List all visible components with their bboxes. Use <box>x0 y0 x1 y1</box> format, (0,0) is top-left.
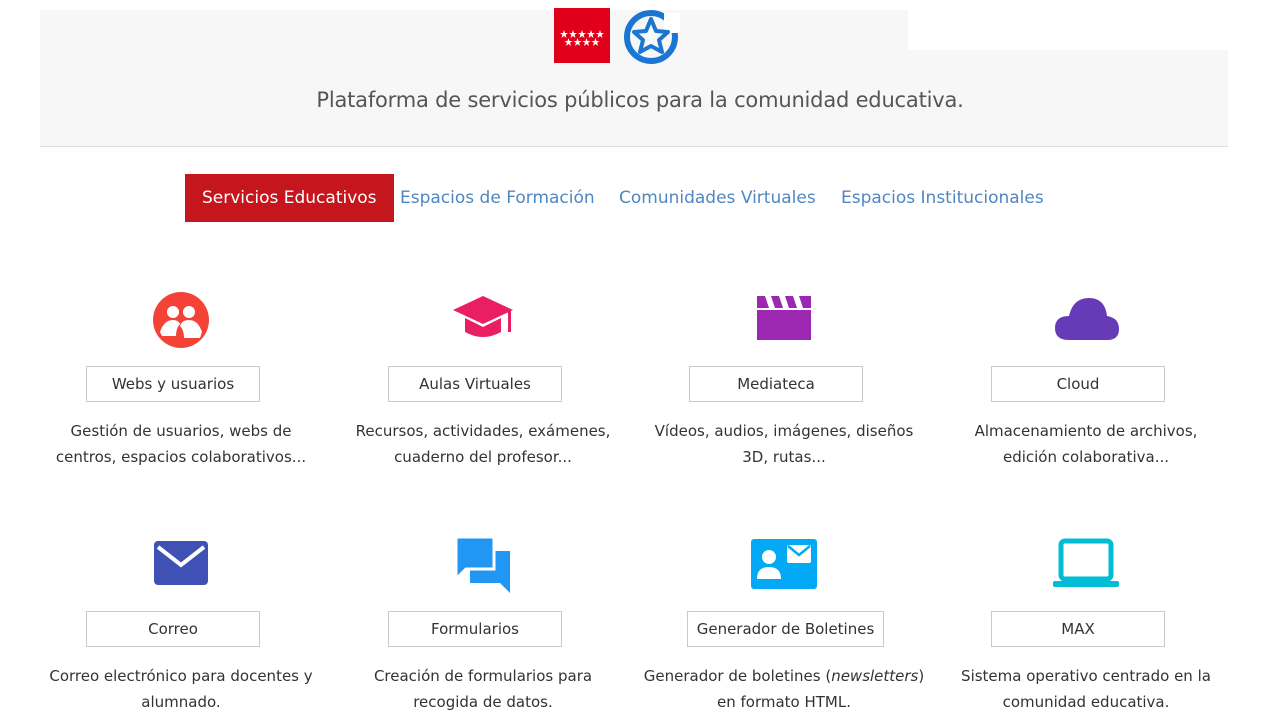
description-line: centros, espacios colaborativos... <box>55 448 307 466</box>
tab-bar: Servicios Educativos Espacios de Formaci… <box>0 174 1280 222</box>
description-line: comunidad educativa. <box>1002 693 1170 711</box>
description-line: Sistema operativo centrado en la <box>961 667 1211 685</box>
aulas-virtuales-button[interactable]: Aulas Virtuales <box>388 366 562 402</box>
description-line: Correo electrónico para docentes y <box>49 667 313 685</box>
description-emphasis: newsletters <box>831 667 919 685</box>
aulas-virtuales-description: Recursos, actividades, exámenes, cuadern… <box>333 418 633 470</box>
mediateca-description: Vídeos, audios, imágenes, diseños 3D, ru… <box>634 418 934 470</box>
webs-usuarios-description: Gestión de usuarios, webs de centros, es… <box>31 418 331 470</box>
description-line: 3D, rutas... <box>742 448 826 466</box>
generador-boletines-button[interactable]: Generador de Boletines <box>687 611 884 647</box>
max-description: Sistema operativo centrado en la comunid… <box>936 663 1236 715</box>
tab-espacios-formacion[interactable]: Espacios de Formación <box>400 174 595 222</box>
description-line: recogida de datos. <box>413 693 553 711</box>
header-background-gap <box>908 0 1280 50</box>
graduation-cap-icon[interactable] <box>448 290 518 350</box>
description-line: cuaderno del profesor... <box>394 448 572 466</box>
tab-comunidades-virtuales[interactable]: Comunidades Virtuales <box>619 174 816 222</box>
header-background-gap <box>1256 0 1280 146</box>
formularios-button[interactable]: Formularios <box>388 611 562 647</box>
laptop-icon[interactable] <box>1051 535 1121 595</box>
platform-tagline: Plataforma de servicios públicos para la… <box>316 88 964 112</box>
generador-boletines-description: Generador de boletines (newsletters) en … <box>634 663 934 715</box>
description-line: edición colaborativa... <box>1002 448 1170 466</box>
tab-servicios-educativos[interactable]: Servicios Educativos <box>185 174 394 222</box>
clapperboard-icon[interactable] <box>749 290 819 350</box>
description-line: en formato HTML. <box>716 693 851 711</box>
description-text: ) <box>918 667 925 685</box>
comunidad-madrid-logo[interactable] <box>554 8 610 63</box>
forum-icon[interactable] <box>448 535 518 595</box>
correo-button[interactable]: Correo <box>86 611 260 647</box>
description-line: Generador de boletines (newsletters) <box>634 663 934 689</box>
formularios-description: Creación de formularios para recogida de… <box>333 663 633 715</box>
description-line: Vídeos, audios, imágenes, diseños <box>654 422 914 440</box>
description-line: Almacenamiento de archivos, <box>974 422 1198 440</box>
educamadrid-logo[interactable] <box>620 9 682 65</box>
cloud-description: Almacenamiento de archivos, edición cola… <box>936 418 1236 470</box>
users-icon[interactable] <box>146 290 216 350</box>
cloud-button[interactable]: Cloud <box>991 366 1165 402</box>
mediateca-button[interactable]: Mediateca <box>689 366 863 402</box>
cloud-icon[interactable] <box>1051 290 1121 350</box>
description-line: Recursos, actividades, exámenes, <box>355 422 611 440</box>
description-line: Creación de formularios para <box>373 667 593 685</box>
webs-usuarios-button[interactable]: Webs y usuarios <box>86 366 260 402</box>
tab-espacios-institucionales[interactable]: Espacios Institucionales <box>841 174 1044 222</box>
max-button[interactable]: MAX <box>991 611 1165 647</box>
correo-description: Correo electrónico para docentes y alumn… <box>31 663 331 715</box>
description-text: Generador de boletines ( <box>643 667 832 685</box>
description-line: Gestión de usuarios, webs de <box>70 422 292 440</box>
mail-icon[interactable] <box>146 535 216 595</box>
contact-mail-icon[interactable] <box>749 535 819 595</box>
description-line: alumnado. <box>141 693 221 711</box>
